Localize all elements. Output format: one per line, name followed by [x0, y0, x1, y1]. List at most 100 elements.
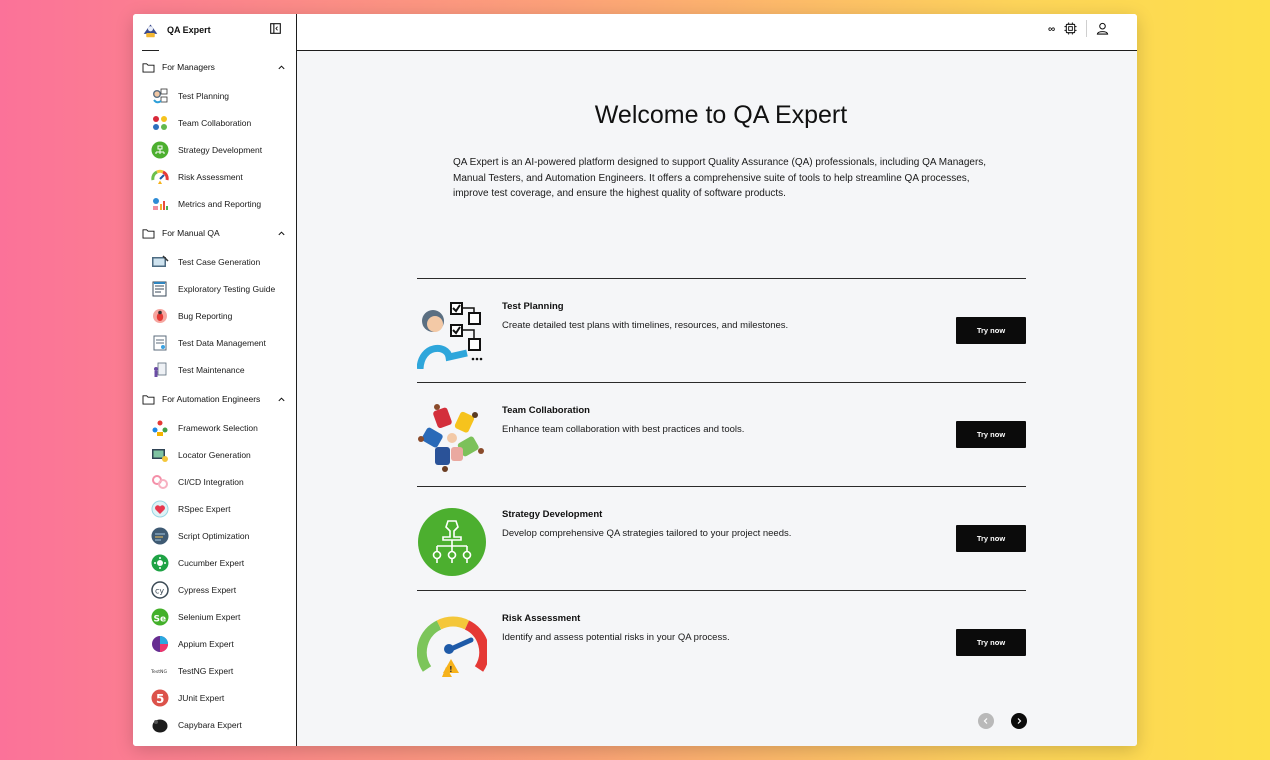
feature-card-risk-assessment: ! Risk Assessment Identify and assess po…	[417, 590, 1026, 694]
sidebar-item-risk-assessment[interactable]: Risk Assessment	[150, 167, 290, 187]
svg-text:5: 5	[156, 692, 164, 706]
user-icon[interactable]	[1096, 22, 1109, 35]
sidebar-item-ci-cd-integration[interactable]: CI/CD Integration	[150, 472, 290, 492]
guide-icon	[150, 280, 169, 299]
sidebar-item-strategy-development[interactable]: Strategy Development	[150, 140, 290, 160]
sidebar-item-framework-selection[interactable]: Framework Selection	[150, 418, 290, 438]
sidebar-item-label: Test Case Generation	[178, 257, 261, 267]
sidebar-item-label: RSpec Expert	[178, 504, 231, 514]
brand-underline	[142, 50, 159, 51]
sidebar-item-bug-reporting[interactable]: Bug Reporting	[150, 306, 290, 326]
sidebar-item-locator-generation[interactable]: Locator Generation	[150, 445, 290, 465]
brand[interactable]: QA Expert	[142, 20, 211, 40]
test-planning-illustration-icon	[417, 302, 483, 369]
card-description: Enhance team collaboration with best pra…	[502, 424, 745, 435]
sidebar-item-label: Capybara Expert	[178, 720, 242, 730]
sidebar-item-label: Cucumber Expert	[178, 558, 245, 568]
sidebar-item-selenium-expert[interactable]: Se Selenium Expert	[150, 607, 290, 627]
folder-icon	[142, 394, 155, 405]
sidebar-item-capybara-expert[interactable]: Capybara Expert	[150, 715, 290, 735]
feature-card-strategy-development: Strategy Development Develop comprehensi…	[417, 486, 1026, 590]
data-icon	[150, 334, 169, 353]
sidebar-item-metrics-and-reporting[interactable]: Metrics and Reporting	[150, 194, 290, 214]
testng-icon: TestNG	[150, 662, 169, 681]
sidebar-item-test-data-management[interactable]: Test Data Management	[150, 333, 290, 353]
risk-gauge-illustration-icon: !	[417, 616, 487, 677]
sidebar-item-label: Strategy Development	[178, 145, 263, 155]
sidebar-item-test-maintenance[interactable]: Test Maintenance	[150, 360, 290, 380]
sidebar-item-test-case-generation[interactable]: Test Case Generation	[150, 252, 290, 272]
sidebar-item-appium-expert[interactable]: Appium Expert	[150, 634, 290, 654]
svg-text:!: !	[449, 665, 453, 674]
sidebar-item-junit-expert[interactable]: 5 JUnit Expert	[150, 688, 290, 708]
sidebar-item-cucumber-expert[interactable]: Cucumber Expert	[150, 553, 290, 573]
sidebar-item-script-optimization[interactable]: Script Optimization	[150, 526, 290, 546]
card-title: Strategy Development	[502, 509, 603, 520]
infinity-icon[interactable]: ∞	[1048, 24, 1055, 35]
sidebar-item-label: Risk Assessment	[178, 172, 243, 182]
feature-card-team-collaboration: Team Collaboration Enhance team collabor…	[417, 382, 1026, 486]
framework-icon	[150, 419, 169, 438]
try-now-button[interactable]: Try now	[956, 525, 1026, 552]
sidebar-item-label: Test Data Management	[178, 338, 266, 348]
sidebar-item-label: CI/CD Integration	[178, 477, 244, 487]
carousel-prev-button[interactable]	[978, 713, 994, 729]
toolbar-divider	[1086, 20, 1087, 37]
test-planning-icon	[150, 87, 169, 106]
cicd-icon	[150, 473, 169, 492]
sidebar-item-cypress-expert[interactable]: cy Cypress Expert	[150, 580, 290, 600]
card-title: Risk Assessment	[502, 613, 581, 624]
qa-expert-logo-icon	[143, 24, 158, 37]
junit-icon: 5	[150, 689, 169, 708]
strategy-icon	[150, 141, 169, 160]
group-label: For Manual QA	[162, 228, 220, 238]
group-for-automation-engineers[interactable]: For Automation Engineers	[142, 391, 286, 407]
sidebar-item-test-planning[interactable]: Test Planning	[150, 86, 290, 106]
group-for-manual-qa[interactable]: For Manual QA	[142, 225, 286, 241]
sidebar-item-rspec-expert[interactable]: RSpec Expert	[150, 499, 290, 519]
group-for-managers[interactable]: For Managers	[142, 59, 286, 75]
sidebar-item-label: Cypress Expert	[178, 585, 237, 595]
maintenance-icon	[150, 361, 169, 380]
sidebar-item-label: Selenium Expert	[178, 612, 241, 622]
sidebar-item-label: JUnit Expert	[178, 693, 225, 703]
svg-text:Se: Se	[153, 615, 166, 625]
chevron-up-icon[interactable]	[277, 395, 286, 404]
chevron-up-icon[interactable]	[277, 229, 286, 238]
metrics-icon	[150, 195, 169, 214]
top-bar: ∞	[297, 14, 1137, 51]
locator-icon	[150, 446, 169, 465]
card-title: Team Collaboration	[502, 405, 590, 416]
sidebar-item-team-collaboration[interactable]: Team Collaboration	[150, 113, 290, 133]
rspec-icon	[150, 500, 169, 519]
sidebar-item-label: TestNG Expert	[178, 666, 234, 676]
app-window: QA Expert For Managers Test Planning Tea…	[133, 14, 1137, 746]
sidebar-item-exploratory-testing-guide[interactable]: Exploratory Testing Guide	[150, 279, 290, 299]
sidebar-item-label: Framework Selection	[178, 423, 258, 433]
try-now-button[interactable]: Try now	[956, 317, 1026, 344]
sidebar-item-label: Exploratory Testing Guide	[178, 284, 276, 294]
sidebar-item-label: Appium Expert	[178, 639, 234, 649]
card-description: Develop comprehensive QA strategies tail…	[502, 528, 792, 539]
intro-text: QA Expert is an AI-powered platform desi…	[453, 157, 987, 199]
feature-card-test-planning: Test Planning Create detailed test plans…	[417, 278, 1026, 382]
cypress-icon: cy	[150, 581, 169, 600]
sidebar: QA Expert For Managers Test Planning Tea…	[133, 14, 297, 746]
chevron-up-icon[interactable]	[277, 63, 286, 72]
team-collaboration-illustration-icon	[418, 404, 484, 472]
collapse-sidebar-icon[interactable]	[270, 23, 281, 34]
folder-icon	[142, 228, 155, 239]
card-title: Test Planning	[502, 301, 564, 312]
strategy-illustration-icon	[418, 508, 486, 576]
try-now-button[interactable]: Try now	[956, 629, 1026, 656]
group-label: For Automation Engineers	[162, 394, 261, 404]
try-now-button[interactable]: Try now	[956, 421, 1026, 448]
cucumber-icon	[150, 554, 169, 573]
sidebar-item-label: Team Collaboration	[178, 118, 252, 128]
chevron-left-icon	[983, 718, 988, 724]
selenium-icon: Se	[150, 608, 169, 627]
chip-icon[interactable]	[1064, 22, 1077, 35]
sidebar-item-label: Script Optimization	[178, 531, 250, 541]
sidebar-item-testng-expert[interactable]: TestNG TestNG Expert	[150, 661, 290, 681]
carousel-next-button[interactable]	[1011, 713, 1027, 729]
